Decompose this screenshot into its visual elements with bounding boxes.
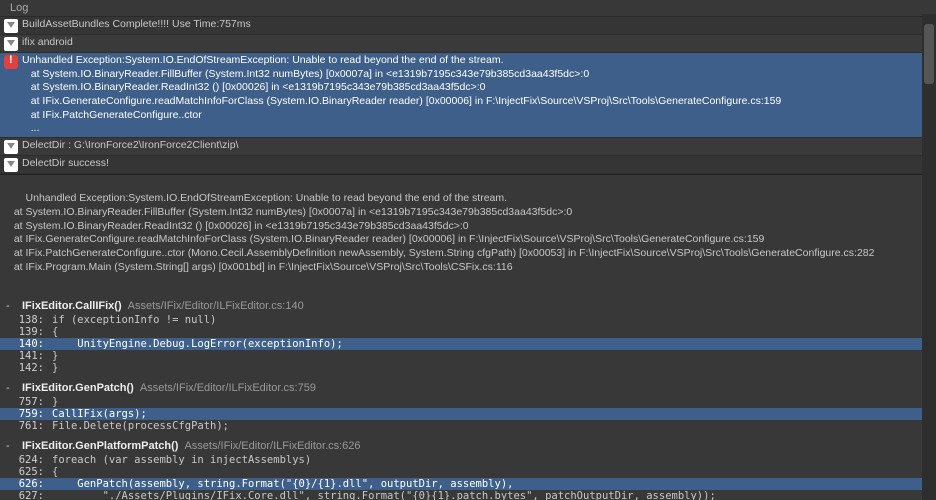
line-source: { xyxy=(52,326,922,338)
log-entry-text: BuildAssetBundles Complete!!!! Use Time:… xyxy=(22,18,920,32)
line-number: 761: xyxy=(12,420,52,432)
line-number: 757: xyxy=(12,396,52,408)
code-line[interactable]: 140: UnityEngine.Debug.LogError(exceptio… xyxy=(0,338,922,350)
line-source: if (exceptionInfo != null) xyxy=(52,314,922,326)
log-entry[interactable]: ifix android xyxy=(0,35,922,53)
info-icon xyxy=(4,19,18,33)
line-source: "./Assets/Plugins/IFix.Core.dll", string… xyxy=(52,490,922,500)
trace-header[interactable]: -IFixEditor.CallIFix() Assets/IFix/Editor… xyxy=(0,298,922,314)
line-number: 627: xyxy=(12,490,52,500)
code-line[interactable]: 139:{ xyxy=(0,326,922,338)
log-entry-text: Unhandled Exception:System.IO.EndOfStrea… xyxy=(22,54,920,136)
line-source: } xyxy=(52,362,922,374)
log-entry-text: DelectDir success! xyxy=(22,157,920,171)
code-line[interactable]: 138:if (exceptionInfo != null) xyxy=(0,314,922,326)
log-entry-text: ifix android xyxy=(22,36,920,50)
log-entry-text: DelectDir : G:\IronForce2\IronForce2Clie… xyxy=(22,139,920,153)
line-source: CallIFix(args); xyxy=(52,408,922,420)
line-number: 142: xyxy=(12,362,52,374)
caret-icon: - xyxy=(6,300,16,312)
line-source: UnityEngine.Debug.LogError(exceptionInfo… xyxy=(52,338,922,350)
log-list: BuildAssetBundles Complete!!!! Use Time:… xyxy=(0,17,922,174)
trace-file: Assets/IFix/Editor/ILFixEditor.cs:626 xyxy=(184,440,360,452)
trace-section: -IFixEditor.GenPlatformPatch() Assets/IFi… xyxy=(0,438,922,500)
line-number: 141: xyxy=(12,350,52,362)
header-title: Log xyxy=(10,2,28,14)
code-line[interactable]: 625:{ xyxy=(0,466,922,478)
trace-section: -IFixEditor.GenPatch() Assets/IFix/Editor… xyxy=(0,380,922,432)
line-source: } xyxy=(52,396,922,408)
code-line[interactable]: 759:CallIFix(args); xyxy=(0,408,922,420)
console-header: Log xyxy=(0,0,922,17)
trace-method: IFixEditor.GenPlatformPatch() xyxy=(22,440,178,452)
line-number: 140: xyxy=(12,338,52,350)
trace-file: Assets/IFix/Editor/ILFixEditor.cs:140 xyxy=(128,300,304,312)
trace-header[interactable]: -IFixEditor.GenPlatformPatch() Assets/IFi… xyxy=(0,438,922,454)
detail-text: Unhandled Exception:System.IO.EndOfStrea… xyxy=(8,192,874,272)
line-number: 139: xyxy=(12,326,52,338)
detail-pane: Unhandled Exception:System.IO.EndOfStrea… xyxy=(0,174,922,292)
line-source: File.Delete(processCfgPath); xyxy=(52,420,922,432)
caret-icon: - xyxy=(6,382,16,394)
caret-icon: - xyxy=(6,440,16,452)
line-number: 625: xyxy=(12,466,52,478)
info-icon xyxy=(4,140,18,154)
info-icon xyxy=(4,158,18,172)
code-line[interactable]: 627: "./Assets/Plugins/IFix.Core.dll", s… xyxy=(0,490,922,500)
line-number: 138: xyxy=(12,314,52,326)
trace-method: IFixEditor.CallIFix() xyxy=(22,300,122,312)
code-line[interactable]: 141:} xyxy=(0,350,922,362)
stack-trace-list: -IFixEditor.CallIFix()Assets/IFix/Editor… xyxy=(0,298,922,500)
info-icon xyxy=(4,37,18,51)
scroll-thumb[interactable] xyxy=(924,24,934,84)
code-line[interactable]: 761:File.Delete(processCfgPath); xyxy=(0,420,922,432)
code-line[interactable]: 626: GenPatch(assembly, string.Format("{… xyxy=(0,478,922,490)
line-number: 759: xyxy=(12,408,52,420)
line-source: GenPatch(assembly, string.Format("{0}/{1… xyxy=(52,478,922,490)
log-entry[interactable]: BuildAssetBundles Complete!!!! Use Time:… xyxy=(0,17,922,35)
trace-method: IFixEditor.GenPatch() xyxy=(22,382,134,394)
line-source: } xyxy=(52,350,922,362)
trace-file: Assets/IFix/Editor/ILFixEditor.cs:759 xyxy=(140,382,316,394)
trace-section: -IFixEditor.CallIFix() Assets/IFix/Editor… xyxy=(0,298,922,374)
line-number: 624: xyxy=(12,454,52,466)
line-source: { xyxy=(52,466,922,478)
log-entry[interactable]: DelectDir : G:\IronForce2\IronForce2Clie… xyxy=(0,138,922,156)
log-entry[interactable]: Unhandled Exception:System.IO.EndOfStrea… xyxy=(0,53,922,138)
code-line[interactable]: 624:foreach (var assembly in injectAssem… xyxy=(0,454,922,466)
line-number: 626: xyxy=(12,478,52,490)
trace-header[interactable]: -IFixEditor.GenPatch() Assets/IFix/Editor… xyxy=(0,380,922,396)
code-line[interactable]: 757:} xyxy=(0,396,922,408)
error-icon xyxy=(4,55,18,69)
scrollbar[interactable] xyxy=(922,14,936,500)
line-source: foreach (var assembly in injectAssemblys… xyxy=(52,454,922,466)
code-line[interactable]: 142:} xyxy=(0,362,922,374)
log-entry[interactable]: DelectDir success! xyxy=(0,156,922,174)
